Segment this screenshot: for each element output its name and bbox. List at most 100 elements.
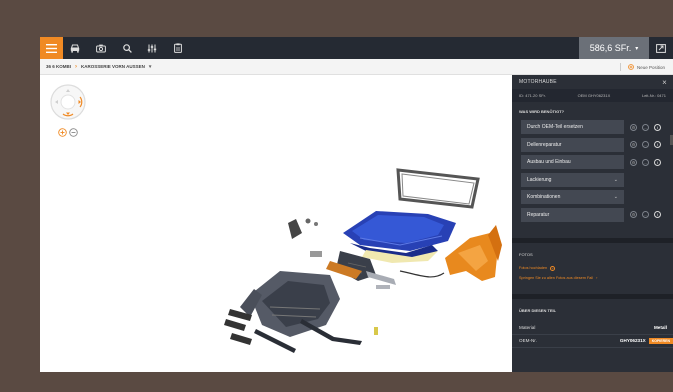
- part-detail-panel: MOTORHAUBE × ID: 471.20 SFr. OEM GHY0623…: [512, 75, 673, 372]
- settings-icon[interactable]: ⚙: [630, 141, 637, 148]
- option-label: Lackierung: [527, 176, 552, 183]
- price-dropdown[interactable]: 586,6 SFr. ▾: [579, 37, 649, 59]
- breadcrumb: 36 6 KOMBI › KAROSSERIE VORN AUSSEN ▾ Ne…: [40, 59, 673, 75]
- small-part[interactable]: [376, 285, 390, 289]
- option-label: Kombinationen: [527, 194, 561, 200]
- panel-title: MOTORHAUBE: [519, 79, 557, 85]
- small-part[interactable]: [288, 219, 302, 239]
- about-part-title: ÜBER DIESEN TEIL: [519, 307, 557, 313]
- app-window: 586,6 SFr. ▾ 36 6 KOMBI › KAROSSERIE VOR…: [40, 37, 673, 372]
- menu-icon: [46, 43, 57, 53]
- option-label: Ausbau und Einbau: [527, 159, 571, 165]
- small-part[interactable]: [305, 218, 311, 224]
- new-position-label: Neue Position: [636, 64, 665, 70]
- small-part[interactable]: [230, 333, 252, 345]
- property-key: Material: [519, 325, 536, 330]
- photos-title: FOTOS: [519, 251, 533, 257]
- option-row: Kombinationen ⌄: [521, 190, 673, 204]
- chevron-down-icon[interactable]: ▾: [149, 64, 152, 70]
- small-part[interactable]: [310, 251, 322, 257]
- part-id: ID: 471.20 SFr.: [519, 93, 546, 98]
- info-icon[interactable]: i: [654, 211, 661, 218]
- copy-button[interactable]: KOPIEREN: [648, 337, 673, 344]
- option-actions: ⚙ … i: [630, 211, 661, 218]
- option-label: Reparatur: [527, 211, 550, 218]
- search-button[interactable]: [121, 42, 133, 54]
- small-part[interactable]: [314, 222, 318, 226]
- option-dent-repair-button[interactable]: Dellenreparatur: [521, 137, 624, 152]
- windshield-frame[interactable]: [396, 168, 480, 209]
- comment-icon[interactable]: …: [642, 158, 649, 166]
- option-repair-button[interactable]: Reparatur: [521, 207, 624, 222]
- panel-header: MOTORHAUBE ×: [512, 75, 673, 89]
- part-lsnr: Leit-Nr.: 0471: [641, 93, 666, 98]
- comment-icon[interactable]: …: [642, 211, 649, 218]
- option-label: Dellenreparatur: [527, 141, 562, 148]
- info-icon[interactable]: i: [654, 158, 661, 166]
- breadcrumb-vehicle[interactable]: 36 6 KOMBI: [46, 64, 71, 69]
- clipboard-icon: [174, 43, 182, 53]
- plus-circle-icon: [628, 64, 634, 70]
- part-oem: OEM GHY06231X: [577, 93, 611, 98]
- all-photos-link[interactable]: Springen Sie zu allen Fotos aus diesem F…: [512, 276, 673, 280]
- breadcrumb-section[interactable]: KAROSSERIE VORN AUSSEN: [81, 64, 145, 69]
- camera-button[interactable]: [95, 42, 107, 54]
- hood-part[interactable]: [343, 211, 456, 259]
- close-icon[interactable]: ×: [662, 78, 667, 87]
- plus-icon: +: [550, 265, 556, 271]
- all-photos-label: Springen Sie zu allen Fotos aus diesem F…: [519, 275, 594, 280]
- wire-part[interactable]: [399, 270, 445, 278]
- property-row: Material Metall: [512, 322, 673, 335]
- option-combinations-dropdown[interactable]: Kombinationen ⌄: [521, 190, 624, 204]
- option-row: Durch OEM-Teil ersetzen ⚙ … i: [521, 120, 673, 134]
- option-paint-dropdown[interactable]: Lackierung ⌄: [521, 172, 624, 187]
- car-icon: [70, 44, 80, 53]
- property-key: OEM-Nr.: [519, 338, 537, 343]
- menu-button[interactable]: [40, 37, 63, 59]
- comment-icon[interactable]: …: [642, 123, 649, 131]
- settings-icon[interactable]: ⚙: [630, 211, 637, 218]
- chevron-down-icon: ▾: [635, 45, 639, 52]
- option-actions: ⚙ … i: [630, 141, 661, 148]
- divider: [619, 63, 621, 71]
- upload-photos-link[interactable]: Fotos hochladen +: [512, 265, 673, 271]
- crash-bar-part[interactable]: [366, 271, 396, 285]
- part-info-bar: ID: 471.20 SFr. OEM GHY06231X Leit-Nr.: …: [512, 89, 673, 102]
- export-icon: [656, 43, 666, 53]
- search-icon: [122, 43, 132, 53]
- option-row: Ausbau und Einbau ⚙ … i: [521, 155, 673, 169]
- option-row: Reparatur ⚙ … i: [521, 207, 673, 222]
- option-label: Durch OEM-Teil ersetzen: [527, 124, 583, 130]
- property-value-group: GHY06231X KOPIEREN: [619, 337, 673, 344]
- small-part[interactable]: [374, 327, 378, 335]
- option-replace-oem-button[interactable]: Durch OEM-Teil ersetzen: [521, 120, 624, 134]
- option-row: Dellenreparatur ⚙ … i: [521, 137, 673, 152]
- 3d-viewport[interactable]: [40, 75, 512, 372]
- info-icon[interactable]: i: [654, 123, 661, 131]
- settings-icon[interactable]: ⚙: [630, 158, 637, 166]
- export-button[interactable]: [649, 37, 673, 59]
- chevron-right-icon: ›: [75, 63, 78, 70]
- settings-icon[interactable]: ⚙: [630, 123, 637, 131]
- front-bumper-part[interactable]: [240, 271, 340, 337]
- top-bar: 586,6 SFr. ▾: [40, 37, 673, 59]
- property-value: GHY06231X: [619, 338, 646, 343]
- chevron-down-icon: ⌄: [613, 176, 618, 183]
- camera-icon: [96, 44, 106, 52]
- fender-part[interactable]: [445, 225, 502, 281]
- info-icon[interactable]: i: [654, 141, 661, 148]
- new-position-button[interactable]: Neue Position: [619, 59, 665, 75]
- option-actions: ⚙ … i: [630, 158, 661, 166]
- exploded-car-parts[interactable]: [40, 75, 512, 372]
- upload-photos-label: Fotos hochladen: [519, 266, 548, 270]
- property-value: Metall: [653, 325, 667, 330]
- settings-sliders-button[interactable]: [146, 42, 158, 54]
- small-part[interactable]: [224, 319, 246, 331]
- comment-icon[interactable]: …: [642, 141, 649, 148]
- clipboard-button[interactable]: [172, 42, 184, 54]
- chevron-right-icon: ›: [596, 275, 598, 280]
- needed-title: WAS WIRD BENÖTIGT?: [519, 109, 565, 114]
- option-remove-install-button[interactable]: Ausbau und Einbau: [521, 155, 624, 169]
- car-button[interactable]: [69, 42, 81, 54]
- option-actions: ⚙ … i: [630, 123, 661, 131]
